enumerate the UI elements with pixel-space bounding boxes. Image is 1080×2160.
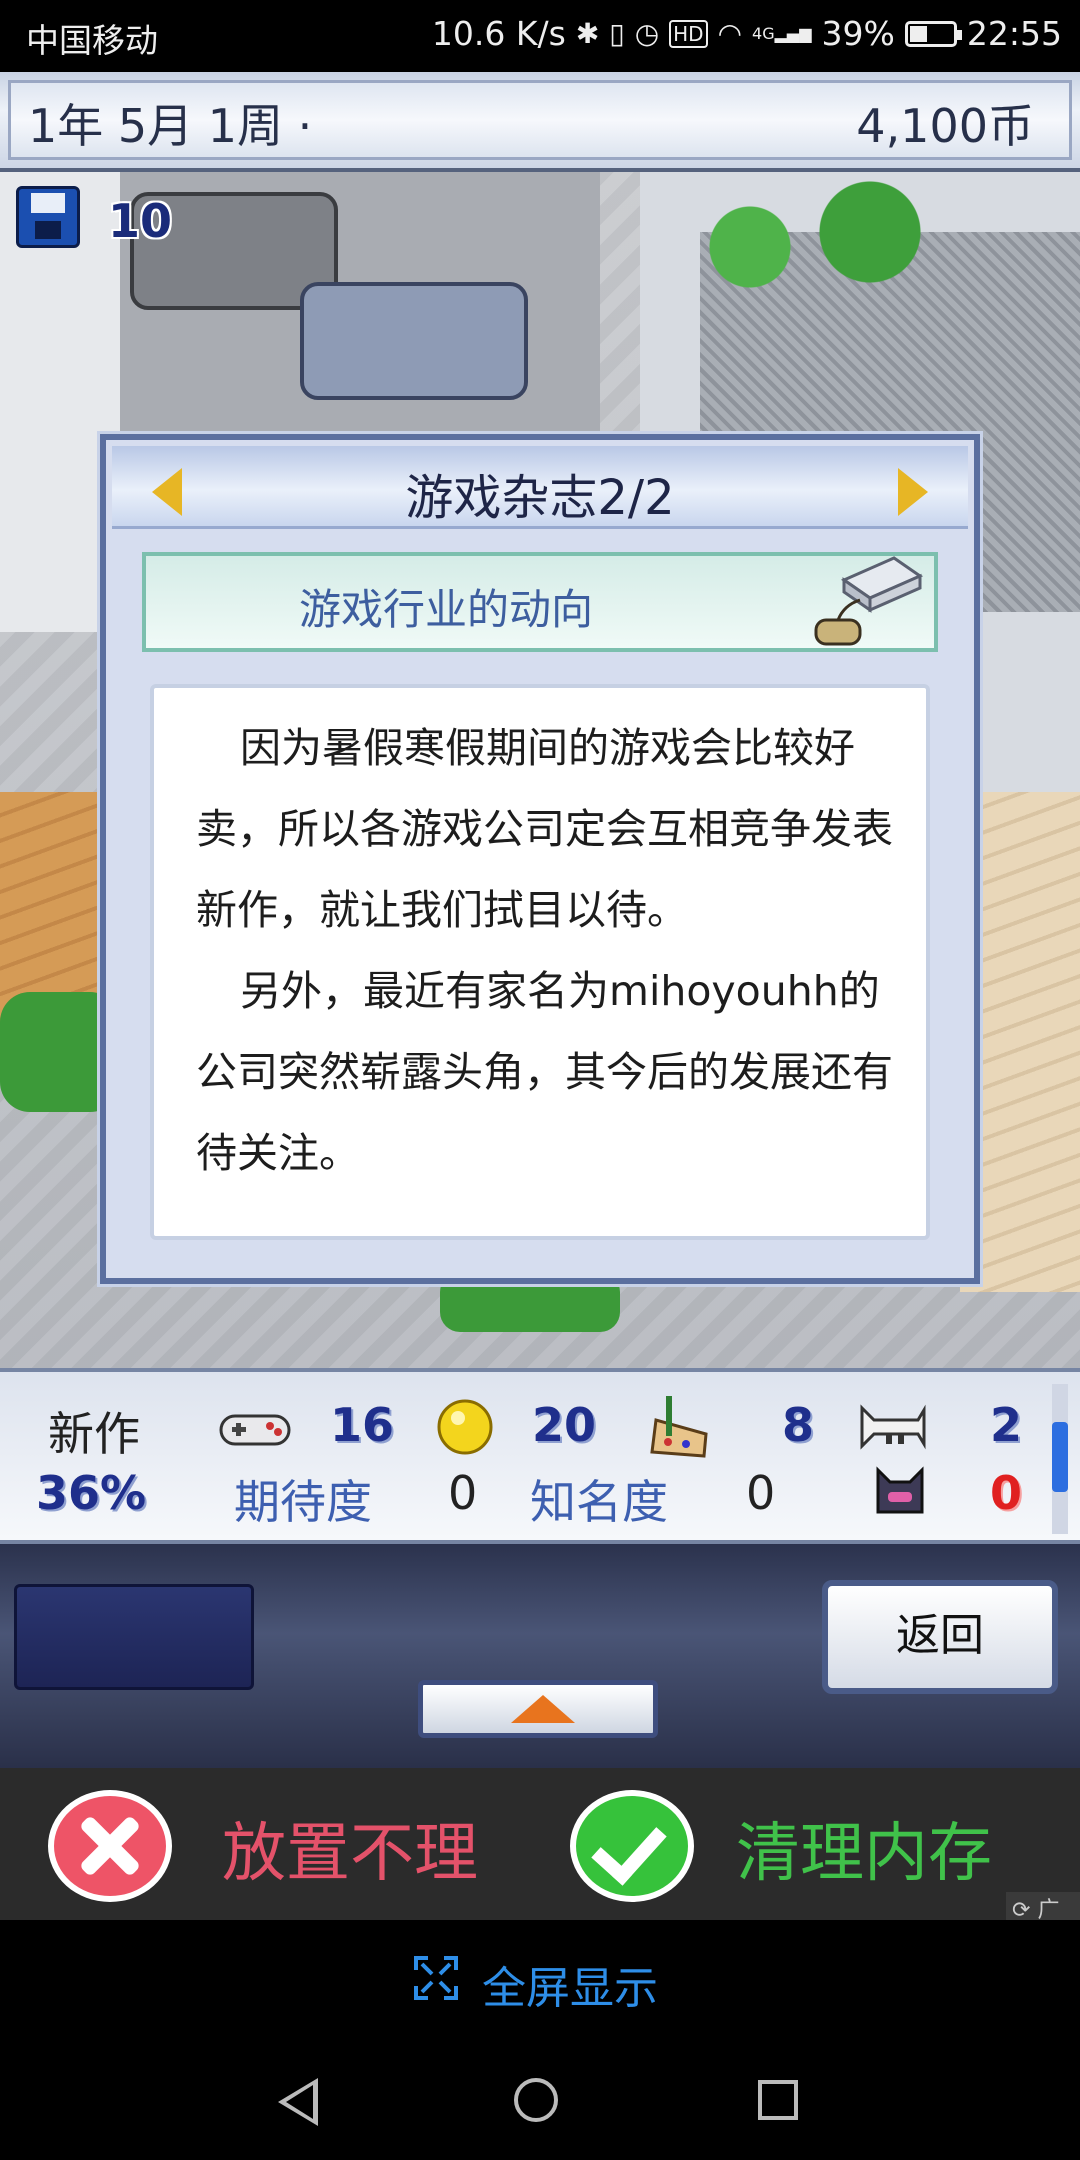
fun-value: 16 xyxy=(330,1398,395,1452)
network-type: 4G xyxy=(752,23,775,43)
gamepad-icon xyxy=(219,1414,291,1446)
trees xyxy=(660,172,960,322)
magazine-dialog: 游戏杂志2/2 游戏行业的动向 因为暑假寒假期间的游戏会比较好卖，所以各游戏公司… xyxy=(100,434,980,1284)
status-right: 10.6 K/s ✱ ▯ ◷ HD ◠ 4G▂▄▆ 39% 22:55 xyxy=(432,14,1062,53)
back-button[interactable]: 返回 xyxy=(822,1580,1058,1694)
next-page-arrow-icon[interactable] xyxy=(898,468,928,516)
trumpet-icon xyxy=(860,1404,926,1450)
new-title-label: 新作 xyxy=(48,1407,140,1461)
ad-banner[interactable]: 放置不理 清理内存 ⟳ 广告 xyxy=(0,1768,1080,1956)
vibrate-icon: ▯ xyxy=(609,16,625,50)
game-top-bar: 1年 5月 1周 · 4,100币 xyxy=(0,72,1080,172)
check-circle-icon[interactable] xyxy=(570,1790,694,1902)
status-bar: 中国移动 10.6 K/s ✱ ▯ ◷ HD ◠ 4G▂▄▆ 39% 22:55 xyxy=(0,0,1080,72)
bug-count: 0 xyxy=(990,1466,1023,1520)
car-blue xyxy=(300,282,528,400)
topic-banner: 游戏行业的动向 xyxy=(142,552,938,652)
battery-percent: 39% xyxy=(821,14,895,53)
menu-slot-button[interactable] xyxy=(14,1584,254,1690)
stats-panel: 新作 36% 16 20 8 2 期待度 0 知名度 0 0 xyxy=(0,1368,1080,1544)
stats-scrollbar-thumb[interactable] xyxy=(1052,1422,1068,1492)
nav-back-icon[interactable] xyxy=(278,2078,318,2126)
close-circle-icon[interactable] xyxy=(48,1790,172,1902)
ad-ignore-text[interactable]: 放置不理 xyxy=(222,1802,478,1894)
network-speed: 10.6 K/s xyxy=(431,14,566,53)
palette-icon xyxy=(650,1396,708,1458)
nav-home-icon[interactable] xyxy=(514,2078,558,2122)
system-nav-bar xyxy=(0,2040,1080,2160)
article-body: 因为暑假寒假期间的游戏会比较好卖，所以各游戏公司定会互相竞争发表新作，就让我们拭… xyxy=(150,684,930,1240)
creativity-value: 20 xyxy=(532,1398,597,1452)
article-paragraph: 另外，最近有家名为mihoyouhh的公司突然崭露头角，其今后的发展还有待关注。 xyxy=(196,967,893,1177)
new-title-progress: 36% xyxy=(36,1466,147,1520)
clock: 22:55 xyxy=(966,14,1062,53)
alarm-icon: ◷ xyxy=(634,16,660,50)
save-icon[interactable] xyxy=(16,186,80,248)
bluetooth-icon: ✱ xyxy=(575,16,600,50)
fullscreen-button[interactable]: 全屏显示 xyxy=(482,1952,658,2016)
topic-title: 游戏行业的动向 xyxy=(298,585,593,634)
save-count: 10 xyxy=(108,194,173,248)
money-display: 4,100币 xyxy=(856,99,1034,153)
expectation-label: 期待度 xyxy=(234,1475,372,1529)
nav-recent-apps-icon[interactable] xyxy=(758,2080,798,2120)
article-paragraph: 因为暑假寒假期间的游戏会比较好卖，所以各游戏公司定会互相竞争发表新作，就让我们拭… xyxy=(196,724,893,934)
expectation-value: 0 xyxy=(448,1466,478,1520)
wifi-icon: ◠ xyxy=(717,16,743,50)
fullscreen-bar: 全屏显示 xyxy=(0,1920,1080,2040)
game-date: 1年 5月 1周 · xyxy=(28,99,313,153)
dialog-header: 游戏杂志2/2 xyxy=(112,446,968,529)
expand-up-button[interactable] xyxy=(418,1680,658,1738)
game-console-icon xyxy=(814,556,924,646)
sound-value: 2 xyxy=(990,1398,1023,1452)
fame-label: 知名度 xyxy=(530,1475,668,1529)
idea-bulb-icon xyxy=(437,1399,493,1455)
hd-icon: HD xyxy=(669,19,708,48)
expand-icon[interactable] xyxy=(414,1956,458,2000)
carrier-name: 中国移动 xyxy=(26,21,158,60)
fame-value: 0 xyxy=(746,1466,776,1520)
graphics-value: 8 xyxy=(782,1398,815,1452)
dialog-title: 游戏杂志2/2 xyxy=(405,470,675,526)
battery-icon xyxy=(904,20,962,47)
up-arrow-icon xyxy=(511,1695,575,1723)
game-controls: 返回 xyxy=(0,1544,1080,1768)
bug-monster-icon xyxy=(876,1466,924,1514)
signal-icon: 4G▂▄▆ xyxy=(752,23,812,43)
ad-clean-text[interactable]: 清理内存 xyxy=(736,1802,992,1894)
